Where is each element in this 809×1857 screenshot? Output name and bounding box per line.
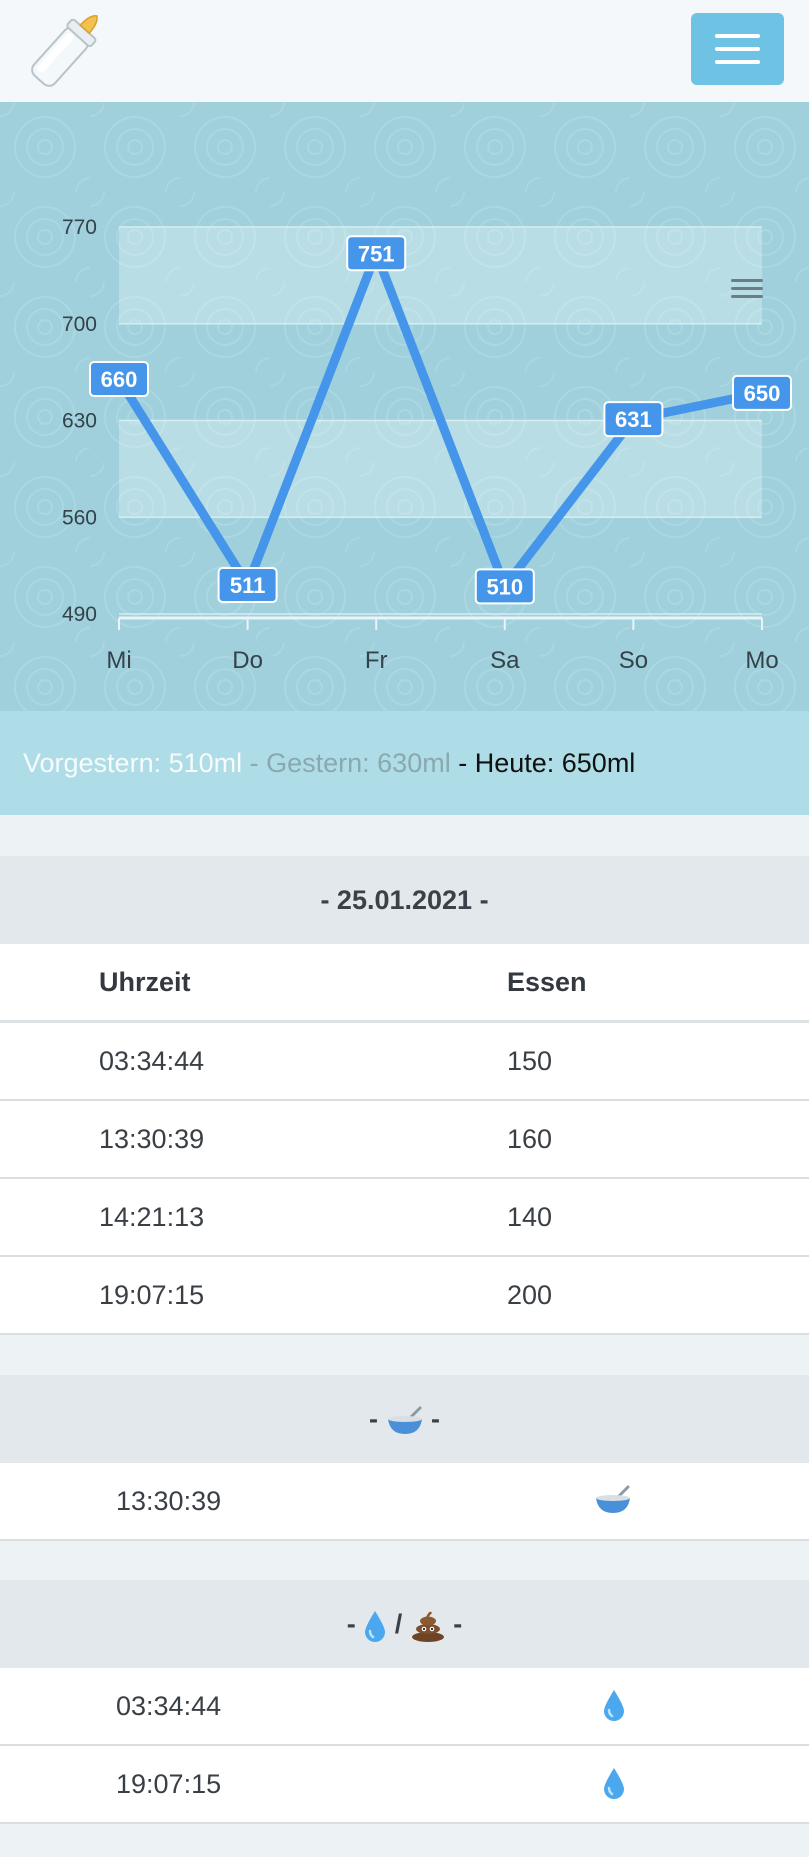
line-chart: 490 560 630 700 770 Mi Do Fr Sa So Mo 660 511 751 510… <box>0 102 809 711</box>
x-tick-label: Mi <box>106 647 131 674</box>
grid-band <box>119 420 762 518</box>
data-label: 631 <box>603 401 664 438</box>
y-tick-label: 630 <box>62 410 97 433</box>
data-label-text: 660 <box>101 367 138 392</box>
data-label: 660 <box>89 361 149 398</box>
row-time: 19:07:15 <box>99 1280 205 1310</box>
hamburger-line <box>715 47 760 51</box>
table-row: 14:21:13 140 <box>0 1179 809 1257</box>
diaper-header-dash: - <box>453 1609 463 1639</box>
row-amount: 200 <box>507 1280 553 1310</box>
data-label-text: 631 <box>615 407 652 432</box>
summary-yesterday: Gestern: 630ml <box>266 748 451 778</box>
y-tick-label: 490 <box>62 603 97 626</box>
summary-separator: - <box>242 748 267 778</box>
app-header <box>0 0 809 102</box>
droplet-icon <box>604 1768 624 1799</box>
row-time: 14:21:13 <box>99 1202 205 1232</box>
row-amount: 160 <box>507 1124 553 1154</box>
data-label: 751 <box>346 235 407 272</box>
row-time: 03:34:44 <box>116 1691 222 1721</box>
diaper-header-dash: - <box>346 1609 356 1639</box>
list-item: 19:07:15 <box>0 1746 809 1824</box>
y-tick-label: 560 <box>62 506 97 529</box>
y-tick-label: 770 <box>62 216 97 239</box>
x-tick-label: Do <box>232 647 263 674</box>
hamburger-line <box>715 34 760 38</box>
hamburger-line <box>715 60 760 64</box>
summary-day-before: Vorgestern: 510ml <box>23 748 243 778</box>
x-tick-label: Sa <box>490 647 520 674</box>
date-header: - 25.01.2021 - <box>0 856 809 944</box>
column-header-food: Essen <box>507 967 587 997</box>
row-amount: 140 <box>507 1202 553 1232</box>
row-amount: 150 <box>507 1046 553 1076</box>
row-time: 03:34:44 <box>99 1046 205 1076</box>
bowl-icon <box>596 1485 630 1513</box>
intake-summary: Vorgestern: 510ml - Gestern: 630ml - Heu… <box>0 711 809 815</box>
bowl-header-dash: - <box>431 1404 441 1434</box>
data-label-text: 751 <box>358 241 395 266</box>
menu-button[interactable] <box>691 13 784 85</box>
x-tick-label: So <box>619 647 648 674</box>
table-header-row: Uhrzeit Essen <box>0 944 809 1023</box>
poop-icon <box>411 1611 444 1642</box>
droplet-icon <box>365 1610 386 1642</box>
bowl-header-dash: - <box>368 1404 378 1434</box>
data-label: 511 <box>217 566 278 603</box>
row-time: 19:07:15 <box>116 1769 222 1799</box>
bowl-section-header: - - <box>0 1375 809 1463</box>
chart-menu-icon[interactable] <box>729 277 765 303</box>
baby-bottle-icon[interactable] <box>22 8 110 92</box>
table-row: 03:34:44 150 <box>0 1023 809 1101</box>
droplet-icon <box>604 1690 624 1721</box>
data-label-text: 650 <box>744 381 781 406</box>
column-header-time: Uhrzeit <box>99 967 191 997</box>
list-item: 13:30:39 <box>0 1463 809 1541</box>
row-time: 13:30:39 <box>116 1486 222 1516</box>
table-row: 13:30:39 160 <box>0 1101 809 1179</box>
row-time: 13:30:39 <box>99 1124 205 1154</box>
intake-chart: 490 560 630 700 770 Mi Do Fr Sa So Mo 660 511 751 510… <box>0 102 809 711</box>
summary-separator: - <box>450 748 475 778</box>
data-label-text: 510 <box>486 574 523 599</box>
list-item: 03:34:44 <box>0 1668 809 1746</box>
bowl-icon <box>387 1406 422 1434</box>
data-label: 510 <box>474 568 535 605</box>
x-tick-label: Fr <box>365 647 388 674</box>
diaper-header-slash: / <box>394 1609 403 1639</box>
y-tick-label: 700 <box>62 313 97 336</box>
x-tick-label: Mo <box>745 647 778 674</box>
table-row: 19:07:15 200 <box>0 1257 809 1335</box>
diaper-section-header: - / - <box>0 1580 809 1668</box>
summary-today: Heute: 650ml <box>474 748 636 778</box>
data-label: 650 <box>732 374 792 411</box>
grid-band <box>119 227 762 324</box>
data-label-text: 511 <box>230 573 266 598</box>
